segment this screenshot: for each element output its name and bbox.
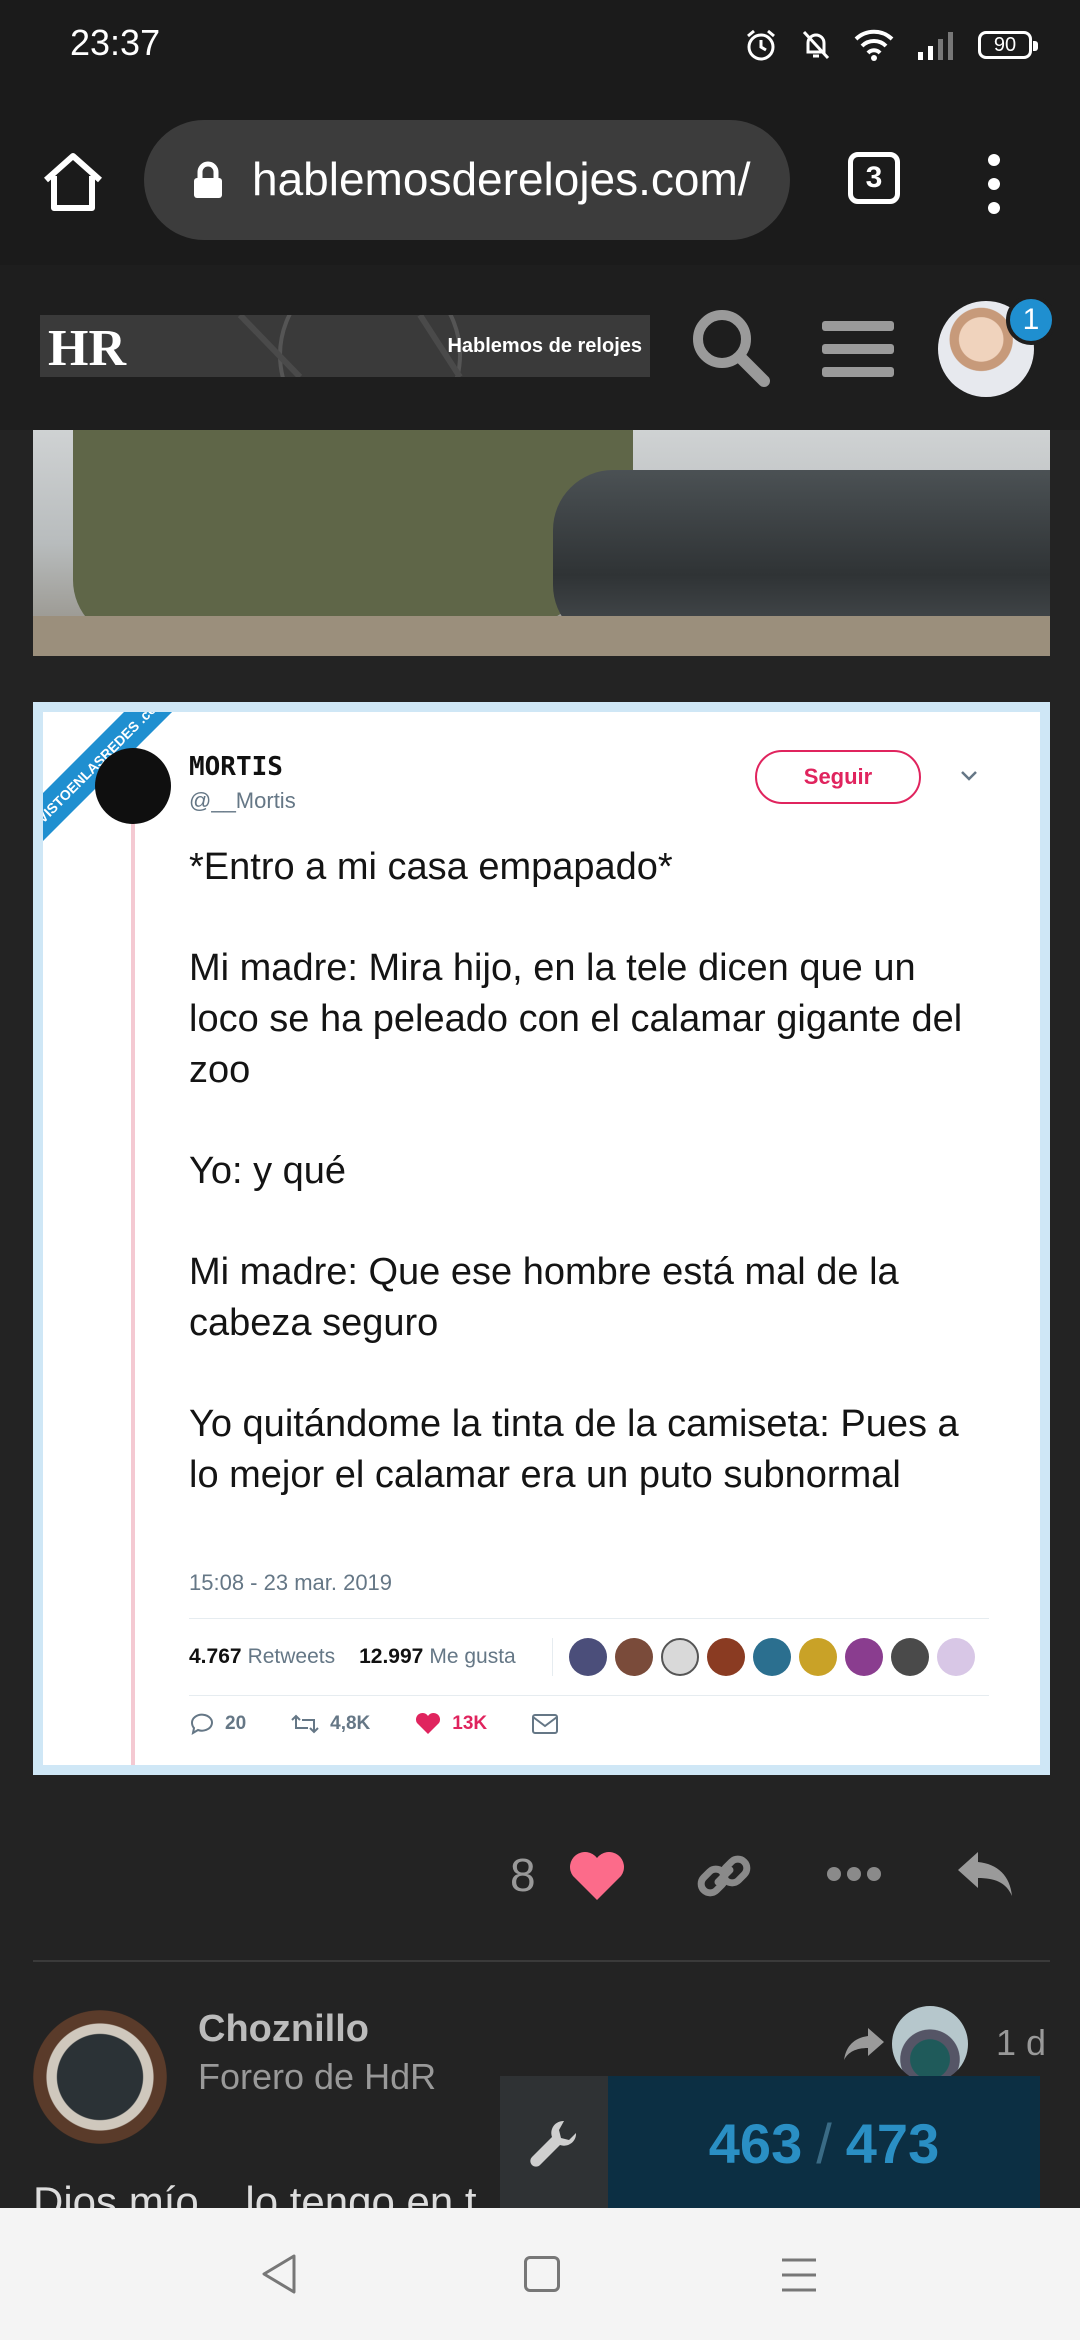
follow-button: Seguir <box>755 750 921 804</box>
alarm-icon <box>747 29 775 61</box>
liker-avatar <box>706 1638 745 1676</box>
liker-avatar <box>890 1638 929 1676</box>
reply-bubble-icon <box>190 1713 213 1736</box>
liker-avatar <box>660 1638 699 1676</box>
more-vert-icon[interactable] <box>982 152 1006 216</box>
site-header: HR Hablemos de relojes 1 <box>0 265 1080 430</box>
reply-author-title: Forero de HdR <box>198 2056 437 2097</box>
like-count[interactable]: 8 <box>510 1848 536 1902</box>
total-posts-number: 473 <box>845 2111 940 2175</box>
admin-wrench-button[interactable] <box>500 2076 608 2210</box>
like-heart-icon[interactable] <box>568 1850 626 1902</box>
signal-icon <box>918 32 953 60</box>
replied-to-avatar[interactable] <box>892 2006 968 2082</box>
post-divider <box>33 1960 1050 1962</box>
tweet-stats: 4.767 Retweets 12.997 Me gusta <box>189 1618 989 1696</box>
status-time: 23:37 <box>70 22 161 63</box>
recents-menu-icon[interactable] <box>780 2256 818 2294</box>
url-text: hablemosderelojes.com/ <box>252 153 751 205</box>
reply-author-name[interactable]: Choznillo <box>198 2008 369 2051</box>
url-bar[interactable]: hablemosderelojes.com/ <box>144 120 790 240</box>
wrench-icon <box>530 2120 577 2167</box>
liker-avatar <box>752 1638 791 1676</box>
tweet-paragraph: Yo: y qué <box>189 1150 347 1192</box>
likes-short: 13K <box>452 1713 488 1734</box>
wifi-icon <box>854 29 894 61</box>
tweet-like-action: 13K <box>414 1712 487 1736</box>
home-icon[interactable] <box>40 148 106 214</box>
tab-switcher-button[interactable]: 3 <box>848 152 900 204</box>
chevron-down-icon <box>961 771 977 781</box>
battery-indicator: 90 <box>978 31 1038 59</box>
replies-count: 20 <box>225 1713 247 1734</box>
status-bar: 23:37 90 <box>0 0 1080 100</box>
liker-avatar <box>844 1638 883 1676</box>
likes-label: Me gusta <box>429 1645 516 1668</box>
status-icons: 90 <box>744 28 1038 62</box>
tweet-author-avatar <box>95 748 171 824</box>
back-triangle-icon[interactable] <box>258 2252 300 2296</box>
browser-toolbar: hablemosderelojes.com/ 3 <box>0 100 1080 265</box>
tweet-author-name: MORTIS <box>189 752 283 782</box>
retweets-count: 4.767 <box>189 1645 242 1668</box>
retweets-short: 4,8K <box>330 1713 371 1734</box>
tweet-retweet-action: 4,8K <box>290 1712 370 1736</box>
liker-avatar <box>798 1638 837 1676</box>
tweet-text: *Entro a mi casa empapado* Mi madre: Mir… <box>189 842 989 1551</box>
tweet-date: 15:08 - 23 mar. 2019 <box>189 1570 393 1595</box>
liker-avatar <box>568 1638 607 1676</box>
tweet-paragraph: Yo quitándome la tinta de la camiseta: P… <box>189 1403 959 1496</box>
thread-line <box>131 798 135 1765</box>
retweets-label: Retweets <box>247 1645 336 1668</box>
system-nav-bar <box>0 2208 1080 2340</box>
notification-badge[interactable]: 1 <box>1006 295 1056 345</box>
home-square-icon[interactable] <box>524 2256 560 2292</box>
mute-bell-icon <box>802 30 830 60</box>
hamburger-menu-icon[interactable] <box>822 317 894 381</box>
lock-icon <box>194 161 222 198</box>
image-figure <box>73 430 633 640</box>
search-icon[interactable] <box>688 305 772 389</box>
more-horizontal-icon[interactable] <box>826 1864 882 1884</box>
logo-subtitle: Hablemos de relojes <box>447 335 642 357</box>
post-actions: 8 <box>0 1822 1080 1932</box>
topic-progress[interactable]: 463 / 473 <box>500 2076 1040 2210</box>
tweet-reply-action: 20 <box>189 1712 246 1736</box>
site-logo[interactable]: HR Hablemos de relojes <box>40 315 650 377</box>
logo-mark: HR <box>48 320 126 377</box>
tweet-actions: 20 4,8K 13K <box>189 1712 789 1736</box>
post-counter[interactable]: 463 / 473 <box>608 2076 1040 2210</box>
liker-avatars <box>551 1638 975 1676</box>
reply-author-avatar[interactable] <box>33 2010 167 2144</box>
tweet-author-handle: @__Mortis <box>189 788 296 813</box>
tweet-image[interactable]: VISTOENLASREDES .com MORTIS @__Mortis Se… <box>33 702 1050 1775</box>
post-image-soldier[interactable] <box>33 430 1050 656</box>
tweet-paragraph: Mi madre: Que ese hombre está mal de la … <box>189 1251 899 1344</box>
reply-icon[interactable] <box>954 1848 1016 1900</box>
link-icon[interactable] <box>694 1846 754 1906</box>
reply-age: 1 d <box>996 2022 1047 2063</box>
heart-icon <box>416 1712 441 1734</box>
liker-avatar <box>614 1638 653 1676</box>
tweet-paragraph: *Entro a mi casa empapado* <box>189 846 673 888</box>
liker-avatar <box>936 1638 975 1676</box>
current-post-number: 463 <box>708 2111 803 2175</box>
image-ground <box>33 616 1050 656</box>
counter-separator: / <box>816 2111 832 2175</box>
mail-icon <box>532 1714 559 1734</box>
retweet-icon <box>291 1714 319 1734</box>
tweet-paragraph: Mi madre: Mira hijo, en la tele dicen qu… <box>189 947 963 1091</box>
reply-to-arrow-icon[interactable] <box>842 2026 886 2062</box>
likes-count: 12.997 <box>359 1645 424 1668</box>
